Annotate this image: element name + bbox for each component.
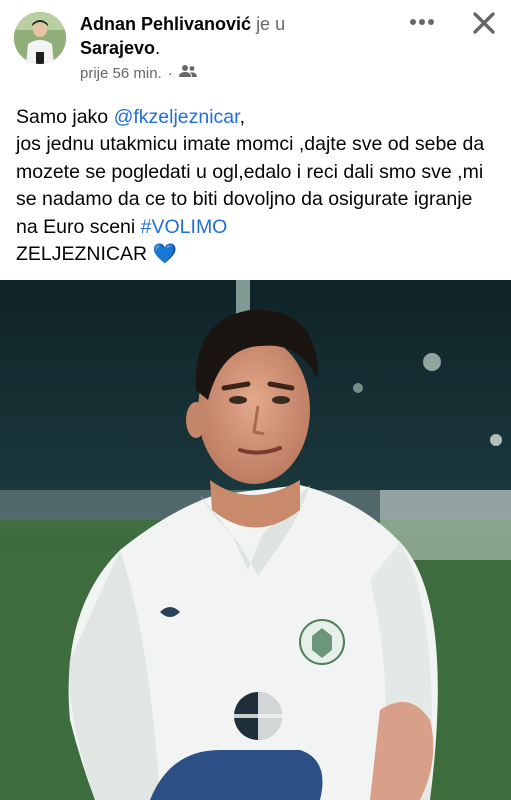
more-options-button[interactable] — [404, 8, 440, 36]
avatar[interactable] — [14, 12, 66, 64]
post-tail: ZELJEZNICAR — [16, 243, 148, 266]
meta-separator: · — [167, 64, 173, 82]
post-time[interactable]: prije 56 min. — [80, 65, 162, 82]
post-body-text: jos jednu utakmicu imate momci ,dajte sv… — [16, 133, 485, 238]
post-text: Samo jako @fkzeljeznicar, jos jednu utak… — [16, 104, 496, 268]
post-photo[interactable] — [0, 280, 511, 800]
location-suffix: . — [155, 38, 161, 58]
post-line-1: Samo jako @fkzeljeznicar, — [16, 104, 496, 131]
close-icon — [473, 12, 495, 34]
avatar-image — [14, 12, 66, 64]
post-body: jos jednu utakmicu imate momci ,dajte sv… — [16, 131, 496, 268]
player-photo-image — [0, 280, 511, 800]
location-link[interactable]: Sarajevo — [80, 38, 155, 58]
author-name[interactable]: Adnan Pehlivanović — [80, 14, 251, 34]
author-line: Adnan Pehlivanović je u Sarajevo. — [80, 12, 400, 60]
post-header: Adnan Pehlivanović je u Sarajevo. prije … — [0, 0, 511, 96]
post-text-start: Samo jako — [16, 106, 114, 128]
hashtag-link[interactable]: #VOLIMO — [141, 216, 228, 238]
mention-link[interactable]: @fkzeljeznicar — [114, 106, 240, 128]
more-horizontal-icon — [410, 19, 434, 25]
blue-heart-icon: 💙 — [152, 243, 177, 266]
post-line1-end: , — [239, 106, 245, 128]
author-verb: je u — [256, 14, 286, 34]
post-meta: prije 56 min. · — [80, 64, 197, 82]
friends-icon — [178, 64, 197, 82]
close-button[interactable] — [467, 6, 501, 40]
